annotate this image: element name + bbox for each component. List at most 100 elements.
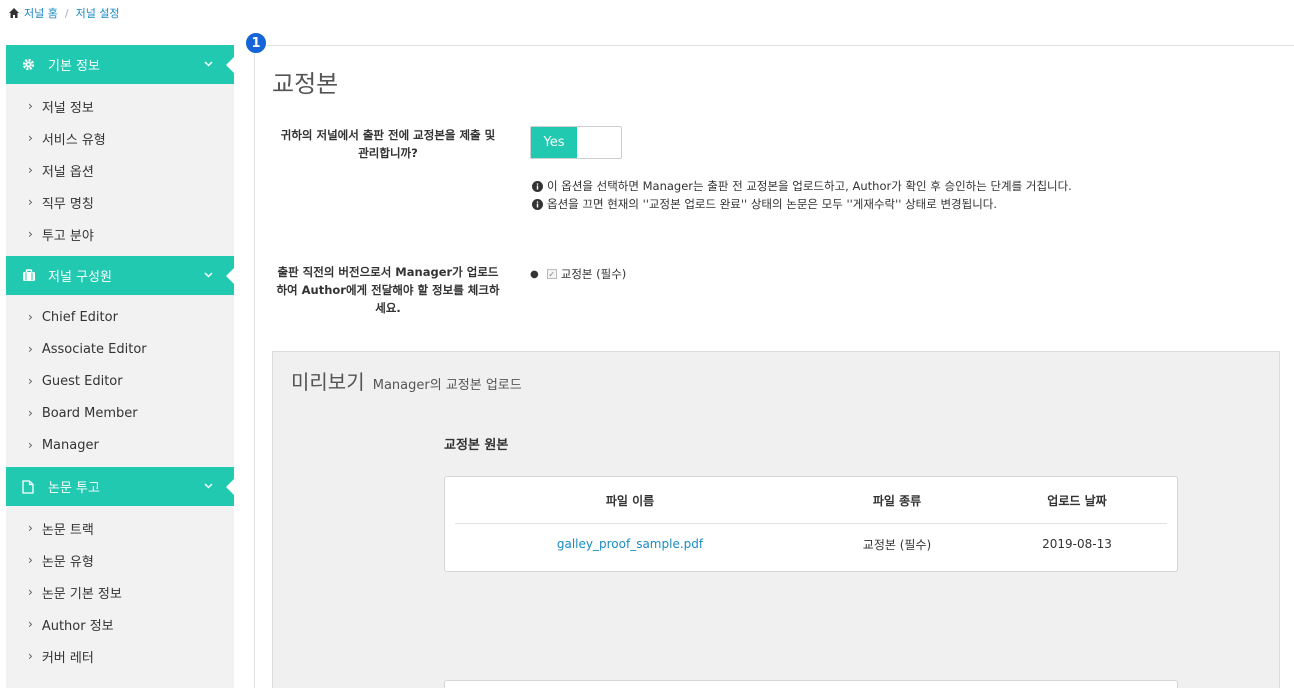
chevron-right-icon: ›: [28, 585, 33, 599]
question-line: 세요.: [375, 301, 401, 315]
original-proof-title: 교정본 원본: [444, 438, 509, 453]
chevron-right-icon: ›: [28, 342, 33, 356]
sidebar: 기본 정보 › 저널 정보 › 서비스 유형 › 저널 옵션 › 직무 명칭 › 투고 분…: [6, 45, 234, 688]
column-header-file-type: 파일 종류: [872, 493, 922, 508]
chevron-right-icon: ›: [28, 649, 33, 663]
chevron-right-icon: ›: [28, 521, 33, 535]
sidebar-section-title: 논문 투고: [48, 481, 100, 496]
step-badge: 1: [245, 32, 267, 54]
column-header-file-name: 파일 이름: [605, 493, 655, 508]
sidebar-item-label: 직무 명칭: [41, 196, 94, 212]
file-type-cell: 교정본 (필수): [862, 537, 932, 552]
home-icon: [9, 8, 19, 18]
preview-subtitle: Manager의 교정본 업로드: [372, 378, 522, 393]
content-divider-vertical: [254, 45, 255, 688]
sidebar-item-journal-options[interactable]: › 저널 옵션: [6, 154, 234, 186]
breadcrumb-current-link[interactable]: 저널 설정: [76, 5, 120, 21]
preview-panel: 미리보기 Manager의 교정본 업로드 교정본 원본 파일 이름 파일 종류…: [272, 351, 1280, 688]
breadcrumb-home-link[interactable]: 저널 홈: [24, 5, 58, 21]
sidebar-section-members[interactable]: 저널 구성원: [6, 256, 234, 295]
files-table: 파일 이름 파일 종류 업로드 날짜 galley_proof_sample.p…: [444, 476, 1178, 572]
table-row: galley_proof_sample.pdf 교정본 (필수) 2019-08…: [455, 524, 1167, 564]
info-icon: [532, 198, 543, 210]
sidebar-item-label: 투고 분야: [41, 228, 94, 244]
sidebar-item-board-member[interactable]: › Board Member: [6, 397, 234, 429]
sidebar-item-paper-track[interactable]: › 논문 트랙: [6, 512, 234, 544]
info-icon: [532, 180, 543, 192]
sidebar-item-label: 커버 레터: [41, 650, 94, 666]
sidebar-section-items: › 저널 정보 › 서비스 유형 › 저널 옵션 › 직무 명칭 › 투고 분야: [6, 84, 234, 256]
sidebar-item-guest-editor[interactable]: › Guest Editor: [6, 365, 234, 397]
sidebar-item-label: Board Member: [41, 405, 138, 421]
breadcrumb: 저널 홈 / 저널 설정: [8, 5, 120, 21]
sidebar-item-label: Manager: [41, 437, 99, 453]
question-line: 하여 Author에게 전달해야 할 정보를 체크하: [276, 283, 500, 297]
upload-date-cell: 2019-08-13: [1042, 537, 1112, 551]
sidebar-item-submission-fields[interactable]: › 투고 분야: [6, 218, 234, 250]
info-text: 이 옵션을 선택하면 Manager는 출판 전 교정본을 업로드하고, Aut…: [547, 179, 1072, 193]
galley-proof-checkbox[interactable]: ✓: [546, 269, 557, 279]
preview-title-main: 미리보기: [291, 370, 365, 394]
chevron-down-icon: [204, 272, 213, 278]
sidebar-item-label: Guest Editor: [41, 373, 123, 389]
chevron-right-icon: ›: [28, 163, 33, 177]
sidebar-item-author-info[interactable]: › Author 정보: [6, 608, 234, 640]
gear-icon: [22, 58, 36, 72]
chevron-right-icon: ›: [28, 374, 33, 388]
content-divider-horizontal: [254, 45, 1294, 46]
chevron-right-icon: ›: [28, 438, 33, 452]
sidebar-item-label: 저널 옵션: [41, 164, 94, 180]
table-header: 파일 이름 파일 종류 업로드 날짜: [455, 477, 1167, 524]
info-note: 옵션을 끄면 현재의 ''교정본 업로드 완료'' 상태의 논문은 모두 ''게…: [532, 196, 997, 212]
sidebar-item-journal-info[interactable]: › 저널 정보: [6, 90, 234, 122]
sidebar-section-basic-info[interactable]: 기본 정보: [6, 45, 234, 84]
sidebar-section-items: › 논문 트랙 › 논문 유형 › 논문 기본 정보 › Author 정보 › 커버 레…: [6, 506, 234, 678]
sidebar-section-submission[interactable]: 논문 투고: [6, 467, 234, 506]
checklist-item: ● ✓ 교정본 (필수): [530, 266, 626, 282]
briefcase-icon: [22, 269, 36, 283]
sidebar-section-title: 저널 구성원: [48, 270, 112, 285]
file-download-link[interactable]: galley_proof_sample.pdf: [557, 537, 703, 551]
sidebar-item-associate-editor[interactable]: › Associate Editor: [6, 333, 234, 365]
preview-title: 미리보기 Manager의 교정본 업로드: [291, 366, 522, 395]
chevron-right-icon: ›: [28, 227, 33, 241]
question-line: 출판 직전의 버전으로서 Manager가 업로드: [277, 265, 499, 279]
sidebar-item-label: 저널 정보: [41, 100, 94, 116]
chevron-down-icon: [204, 483, 213, 489]
sidebar-item-cover-letter[interactable]: › 커버 레터: [6, 640, 234, 672]
question-line: 관리합니까?: [358, 146, 418, 160]
sidebar-item-paper-type[interactable]: › 논문 유형: [6, 544, 234, 576]
sidebar-item-label: Author 정보: [41, 618, 114, 634]
sidebar-item-paper-basic-info[interactable]: › 논문 기본 정보: [6, 576, 234, 608]
chevron-right-icon: ›: [28, 131, 33, 145]
info-note: 이 옵션을 선택하면 Manager는 출판 전 교정본을 업로드하고, Aut…: [532, 178, 1072, 194]
chevron-right-icon: ›: [28, 553, 33, 567]
page-title: 교정본: [272, 70, 339, 98]
sidebar-section-items: › Chief Editor › Associate Editor › Guest E…: [6, 295, 234, 467]
column-header-upload-date: 업로드 날짜: [1047, 493, 1107, 508]
sidebar-item-label: 논문 유형: [41, 554, 94, 570]
question-required-info-label: 출판 직전의 버전으로서 Manager가 업로드 하여 Author에게 전달…: [272, 263, 504, 317]
sidebar-item-service-type[interactable]: › 서비스 유형: [6, 122, 234, 154]
sidebar-item-label: 논문 트랙: [41, 522, 94, 538]
chevron-right-icon: ›: [28, 406, 33, 420]
info-text: 옵션을 끄면 현재의 ''교정본 업로드 완료'' 상태의 논문은 모두 ''게…: [547, 197, 998, 211]
sidebar-item-label: 논문 기본 정보: [41, 586, 122, 602]
file-name-cell: galley_proof_sample.pdf: [455, 524, 805, 564]
question-galley-proof-label: 귀하의 저널에서 출판 전에 교정본을 제출 및 관리합니까?: [272, 126, 504, 162]
sidebar-item-manager[interactable]: › Manager: [6, 429, 234, 461]
sidebar-item-job-titles[interactable]: › 직무 명칭: [6, 186, 234, 218]
second-card: [444, 680, 1178, 688]
chevron-right-icon: ›: [28, 99, 33, 113]
sidebar-item-label: 서비스 유형: [41, 132, 106, 148]
toggle-yes-label: Yes: [531, 127, 577, 158]
sidebar-item-chief-editor[interactable]: › Chief Editor: [6, 301, 234, 333]
chevron-right-icon: ›: [28, 310, 33, 324]
question-line: 귀하의 저널에서 출판 전에 교정본을 제출 및: [280, 128, 496, 142]
sidebar-item-label: Associate Editor: [41, 341, 147, 357]
galley-proof-toggle[interactable]: Yes: [530, 126, 622, 159]
document-icon: [22, 479, 36, 494]
breadcrumb-separator: /: [64, 6, 69, 20]
bullet-icon: ●: [530, 268, 539, 280]
chevron-down-icon: [204, 61, 213, 67]
